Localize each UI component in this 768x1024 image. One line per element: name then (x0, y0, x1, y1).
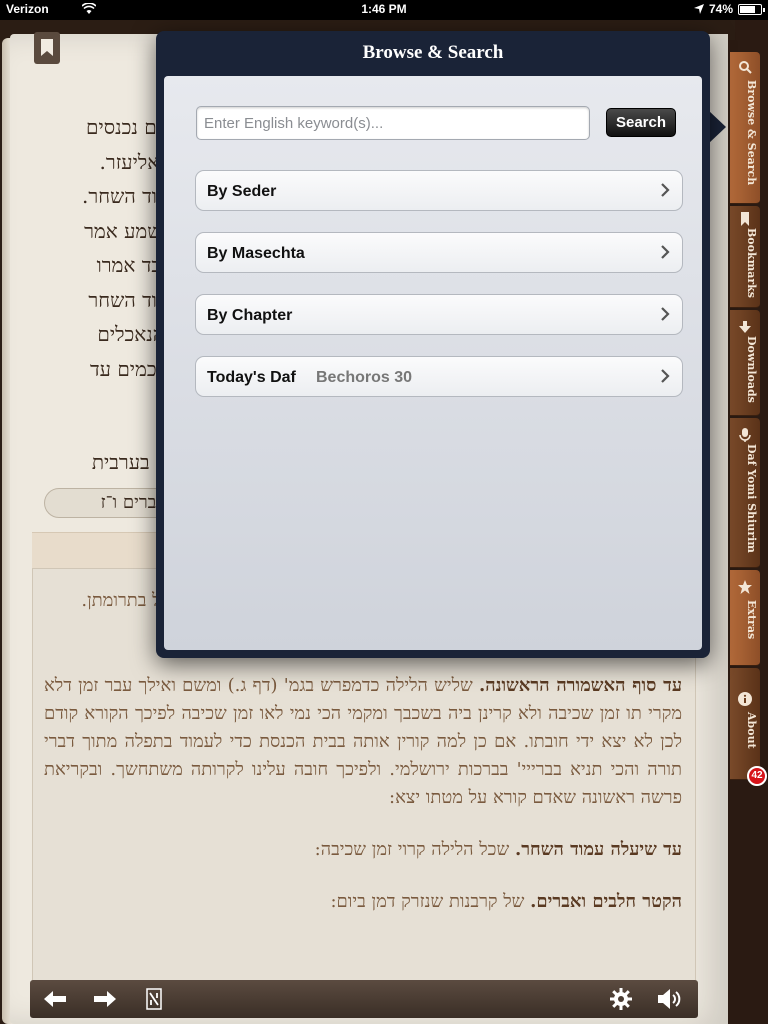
chevron-right-icon (661, 369, 670, 383)
commentary-text: עד סוף האשמורה הראשונה. שליש הלילה כדמפר… (44, 672, 682, 940)
commentary-body: של קרבנות שנזרק דמן ביום: (330, 891, 531, 912)
commentary-heading: עד שיעלה עמוד השחר. (514, 839, 682, 860)
popover-arrow (708, 110, 726, 144)
bookmark-icon (41, 39, 53, 56)
tab-browse-search[interactable]: Browse & Search (730, 52, 760, 204)
row-label: Today's Daf (207, 369, 296, 386)
row-label: By Masechta (207, 245, 305, 262)
battery-percent: 74% (708, 2, 733, 16)
tab-bookmarks[interactable]: Bookmarks (730, 206, 760, 308)
speaker-icon[interactable] (658, 987, 684, 1011)
tab-extras[interactable]: Extras (730, 570, 760, 666)
tab-about[interactable]: About (730, 668, 760, 780)
gear-icon[interactable] (608, 987, 634, 1011)
todays-daf-row[interactable]: Today's Daf Bechoros 30 (195, 356, 683, 397)
location-arrow-icon (693, 4, 704, 14)
commentary-paragraph: עד שיעלה עמוד השחר. שכל הלילה קרוי זמן ש… (44, 836, 682, 864)
row-label: By Chapter (207, 307, 293, 324)
row-detail: Bechoros 30 (316, 369, 413, 386)
info-icon (738, 692, 752, 706)
status-bar: Verizon 1:46 PM 74% (0, 0, 768, 20)
popover-title: Browse & Search (362, 42, 504, 63)
search-button[interactable]: Search (606, 108, 676, 137)
side-tab-rail: Browse & Search Bookmarks Downloads Daf … (728, 40, 768, 1024)
by-seder-row[interactable]: By Seder (195, 170, 683, 211)
commentary-body: שכל הלילה קרוי זמן שכיבה: (314, 839, 515, 860)
clock: 1:46 PM (361, 2, 407, 16)
forward-arrow-icon[interactable] (92, 987, 118, 1011)
bookmark-icon (741, 212, 749, 226)
download-icon (739, 321, 751, 333)
tab-daf-yomi-shiurim[interactable]: Daf Yomi Shiurim (730, 418, 760, 568)
by-masechta-row[interactable]: By Masechta (195, 232, 683, 273)
commentary-paragraph: עד סוף האשמורה הראשונה. שליש הלילה כדמפר… (44, 672, 682, 812)
battery-icon (738, 3, 765, 15)
bookmark-button[interactable] (34, 32, 60, 64)
battery-fill (740, 5, 755, 13)
notification-badge: 42 (747, 766, 767, 786)
tab-downloads[interactable]: Downloads (730, 310, 760, 416)
popover-body: Search By Seder By Masechta By Chapter T… (164, 76, 702, 650)
verse-reference[interactable]: דברים ו־ז (44, 488, 174, 518)
chevron-right-icon (661, 307, 670, 321)
commentary-heading: עד סוף האשמורה הראשונה. (478, 675, 683, 696)
commentary-heading: הקטר חלבים ואברים. (530, 891, 682, 912)
row-label: By Seder (207, 183, 277, 200)
search-icon (739, 61, 752, 74)
chevron-right-icon (661, 245, 670, 259)
browse-search-popover: Browse & Search Search By Seder By Masec… (156, 31, 710, 658)
commentary-line: כול בתרומתן. (81, 590, 174, 611)
search-input[interactable] (196, 106, 590, 140)
chevron-right-icon (661, 183, 670, 197)
commentary-paragraph: הקטר חלבים ואברים. של קרבנות שנזרק דמן ב… (44, 888, 682, 916)
star-icon (738, 580, 752, 594)
by-chapter-row[interactable]: By Chapter (195, 294, 683, 335)
hebrew-letter-icon[interactable] (142, 987, 168, 1011)
microphone-icon (739, 428, 751, 442)
back-arrow-icon[interactable] (42, 987, 68, 1011)
bottom-toolbar (30, 980, 698, 1018)
